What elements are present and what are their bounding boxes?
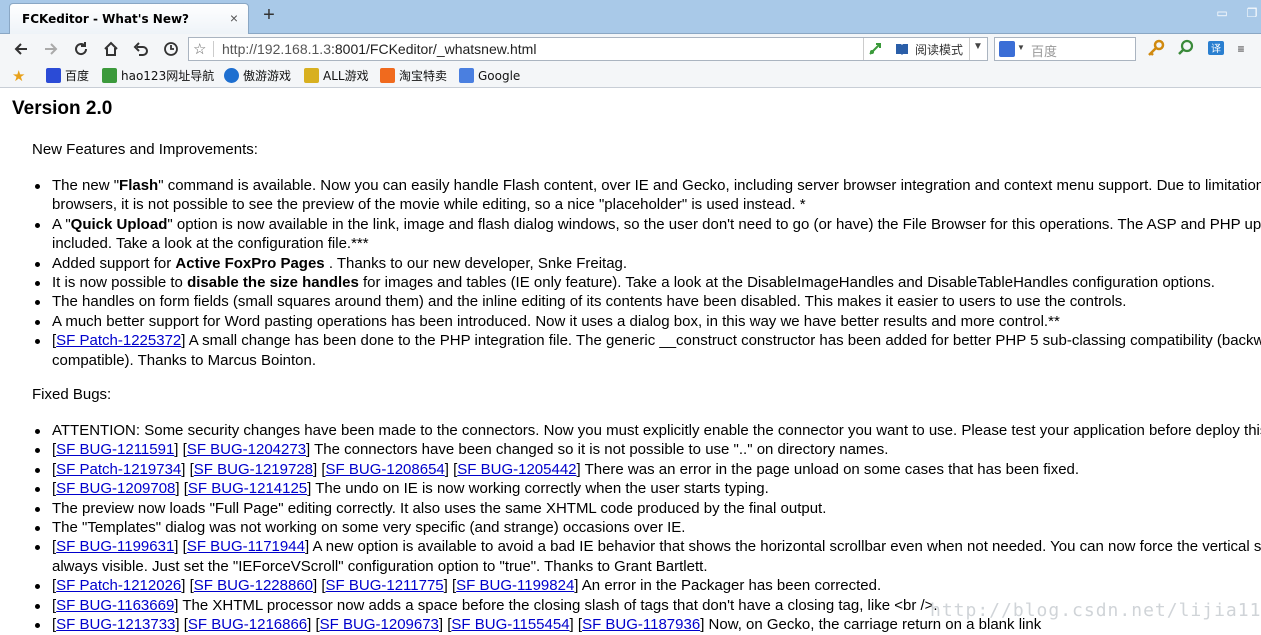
- taobao-icon: [380, 68, 395, 83]
- hao123-icon: [102, 68, 117, 83]
- sf-tracker-link[interactable]: SF BUG-1205442: [457, 461, 576, 478]
- list-item: The new "Flash" command is available. No…: [35, 176, 1261, 215]
- sf-tracker-link[interactable]: SF BUG-1219728: [194, 461, 313, 478]
- search-input[interactable]: 百度: [1031, 41, 1057, 60]
- sf-tracker-link[interactable]: SF BUG-1211775: [326, 577, 444, 594]
- forward-icon[interactable]: [40, 38, 62, 60]
- google-icon: [459, 68, 474, 83]
- history-icon[interactable]: [160, 38, 182, 60]
- list-item: ATTENTION: Some security changes have be…: [35, 421, 1261, 440]
- svg-text:译: 译: [1211, 43, 1221, 55]
- divider: [969, 38, 970, 60]
- bugs-section-title: Fixed Bugs:: [32, 386, 112, 403]
- sf-tracker-link[interactable]: SF Patch-1212026: [56, 577, 181, 594]
- bookmark-item[interactable]: Google: [459, 67, 520, 85]
- sf-tracker-link[interactable]: SF BUG-1208654: [326, 461, 445, 478]
- sf-tracker-link[interactable]: SF BUG-1209708: [56, 480, 175, 497]
- search-box[interactable]: ▼ 百度: [994, 37, 1136, 61]
- close-icon[interactable]: ×: [226, 10, 242, 26]
- list-item: The preview now loads "Full Page" editin…: [35, 499, 1261, 518]
- translate-icon[interactable]: 译: [1206, 38, 1226, 58]
- reader-mode-button[interactable]: 阅读模式: [915, 41, 963, 58]
- list-item: [SF Patch-1212026] [SF BUG-1228860] [SF …: [35, 576, 1261, 595]
- sf-tracker-link[interactable]: SF Patch-1219734: [56, 461, 181, 478]
- list-item: The "Templates" dialog was not working o…: [35, 518, 1261, 537]
- reader-mode-icon: [896, 44, 908, 55]
- menu-icon[interactable]: ≡: [1230, 38, 1252, 60]
- sf-tracker-link[interactable]: SF BUG-1209673: [320, 616, 439, 633]
- bookmarks-bar: ★ 百度 hao123网址导航 傲游游戏 ALL游戏 淘宝特卖 Google: [0, 64, 1261, 88]
- list-item: [SF BUG-1211591] [SF BUG-1204273] The co…: [35, 440, 1261, 459]
- page-title: Version 2.0: [12, 98, 113, 119]
- sf-tracker-link[interactable]: SF BUG-1213733: [56, 616, 175, 633]
- sf-tracker-link[interactable]: SF BUG-1155454: [451, 616, 569, 633]
- new-tab-button[interactable]: +: [258, 5, 280, 27]
- key-icon[interactable]: [1146, 38, 1166, 58]
- chevron-down-icon[interactable]: ▼: [973, 41, 983, 52]
- sf-tracker-link[interactable]: SF BUG-1216866: [188, 616, 307, 633]
- list-item: A "Quick Upload" option is now available…: [35, 215, 1261, 254]
- features-list: The new "Flash" command is available. No…: [35, 176, 1261, 370]
- bookmark-item[interactable]: 傲游游戏: [224, 67, 291, 85]
- list-item: It is now possible to disable the size h…: [35, 273, 1261, 292]
- security-shield-icon[interactable]: [867, 41, 883, 57]
- bookmark-item[interactable]: hao123网址导航: [102, 67, 214, 85]
- back-icon[interactable]: [10, 38, 32, 60]
- home-icon[interactable]: [100, 38, 122, 60]
- list-item: [SF BUG-1209708] [SF BUG-1214125] The un…: [35, 479, 1261, 498]
- find-icon[interactable]: [1176, 38, 1196, 58]
- divider: [213, 41, 214, 57]
- sf-tracker-link[interactable]: SF BUG-1204273: [187, 441, 306, 458]
- sf-tracker-link[interactable]: SF BUG-1163669: [56, 597, 174, 614]
- sf-tracker-link[interactable]: SF BUG-1187936: [582, 616, 700, 633]
- list-item: [SF Patch-1219734] [SF BUG-1219728] [SF …: [35, 460, 1261, 479]
- bookmark-item[interactable]: 百度: [46, 67, 89, 85]
- page-content: Version 2.0 New Features and Improvement…: [0, 89, 1261, 635]
- sf-tracker-link[interactable]: SF Patch-1225372: [56, 332, 181, 349]
- baidu-paw-icon: [46, 68, 61, 83]
- active-tab[interactable]: FCKeditor - What's New? ×: [9, 3, 249, 34]
- bookmark-item[interactable]: ALL游戏: [304, 67, 369, 85]
- list-item: A much better support for Word pasting o…: [35, 312, 1261, 331]
- minimize-icon[interactable]: ▭: [1213, 4, 1231, 22]
- maxthon-game-icon: [224, 68, 239, 83]
- url-path: :8001/FCKeditor/_whatsnew.html: [330, 41, 537, 57]
- tab-bar: FCKeditor - What's New? × + ▭ ❐: [0, 0, 1261, 34]
- all-game-icon: [304, 68, 319, 83]
- favorites-star-icon[interactable]: ★: [12, 67, 25, 85]
- sf-tracker-link[interactable]: SF BUG-1228860: [194, 577, 313, 594]
- refresh-icon[interactable]: [70, 38, 92, 60]
- list-item: Added support for Active FoxPro Pages . …: [35, 254, 1261, 273]
- sf-tracker-link[interactable]: SF BUG-1199631: [56, 538, 174, 555]
- chevron-down-icon[interactable]: ▼: [1017, 43, 1025, 52]
- sf-tracker-link[interactable]: SF BUG-1199824: [456, 577, 574, 594]
- bold-term: disable the size handles: [187, 274, 359, 292]
- bookmark-star-icon[interactable]: ☆: [193, 40, 206, 58]
- tab-title: FCKeditor - What's New?: [22, 12, 190, 26]
- restore-icon[interactable]: ❐: [1243, 4, 1261, 22]
- url-host: http://192.168.1.3: [222, 41, 331, 57]
- bookmark-item[interactable]: 淘宝特卖: [380, 67, 447, 85]
- sf-tracker-link[interactable]: SF BUG-1171944: [187, 538, 305, 555]
- bold-term: Active FoxPro Pages: [175, 254, 325, 272]
- undo-close-tab-icon[interactable]: [130, 38, 152, 60]
- features-section-title: New Features and Improvements:: [32, 141, 258, 158]
- url-text[interactable]: http://192.168.1.3:8001/FCKeditor/_whats…: [222, 41, 536, 57]
- list-item: [SF Patch-1225372] A small change has be…: [35, 331, 1261, 370]
- bold-term: Quick Upload: [70, 215, 168, 233]
- address-bar[interactable]: ☆ http://192.168.1.3:8001/FCKeditor/_wha…: [188, 37, 988, 61]
- divider: [863, 38, 864, 60]
- watermark: http://blog.csdn.net/lijia111111: [930, 600, 1261, 621]
- list-item: [SF BUG-1199631] [SF BUG-1171944] A new …: [35, 537, 1261, 576]
- sf-tracker-link[interactable]: SF BUG-1214125: [188, 480, 307, 497]
- list-item: The handles on form fields (small square…: [35, 292, 1261, 311]
- bold-term: Flash: [119, 177, 159, 194]
- sf-tracker-link[interactable]: SF BUG-1211591: [56, 441, 174, 458]
- baidu-search-engine-icon[interactable]: [999, 41, 1015, 57]
- navigation-bar: ☆ http://192.168.1.3:8001/FCKeditor/_wha…: [0, 34, 1261, 64]
